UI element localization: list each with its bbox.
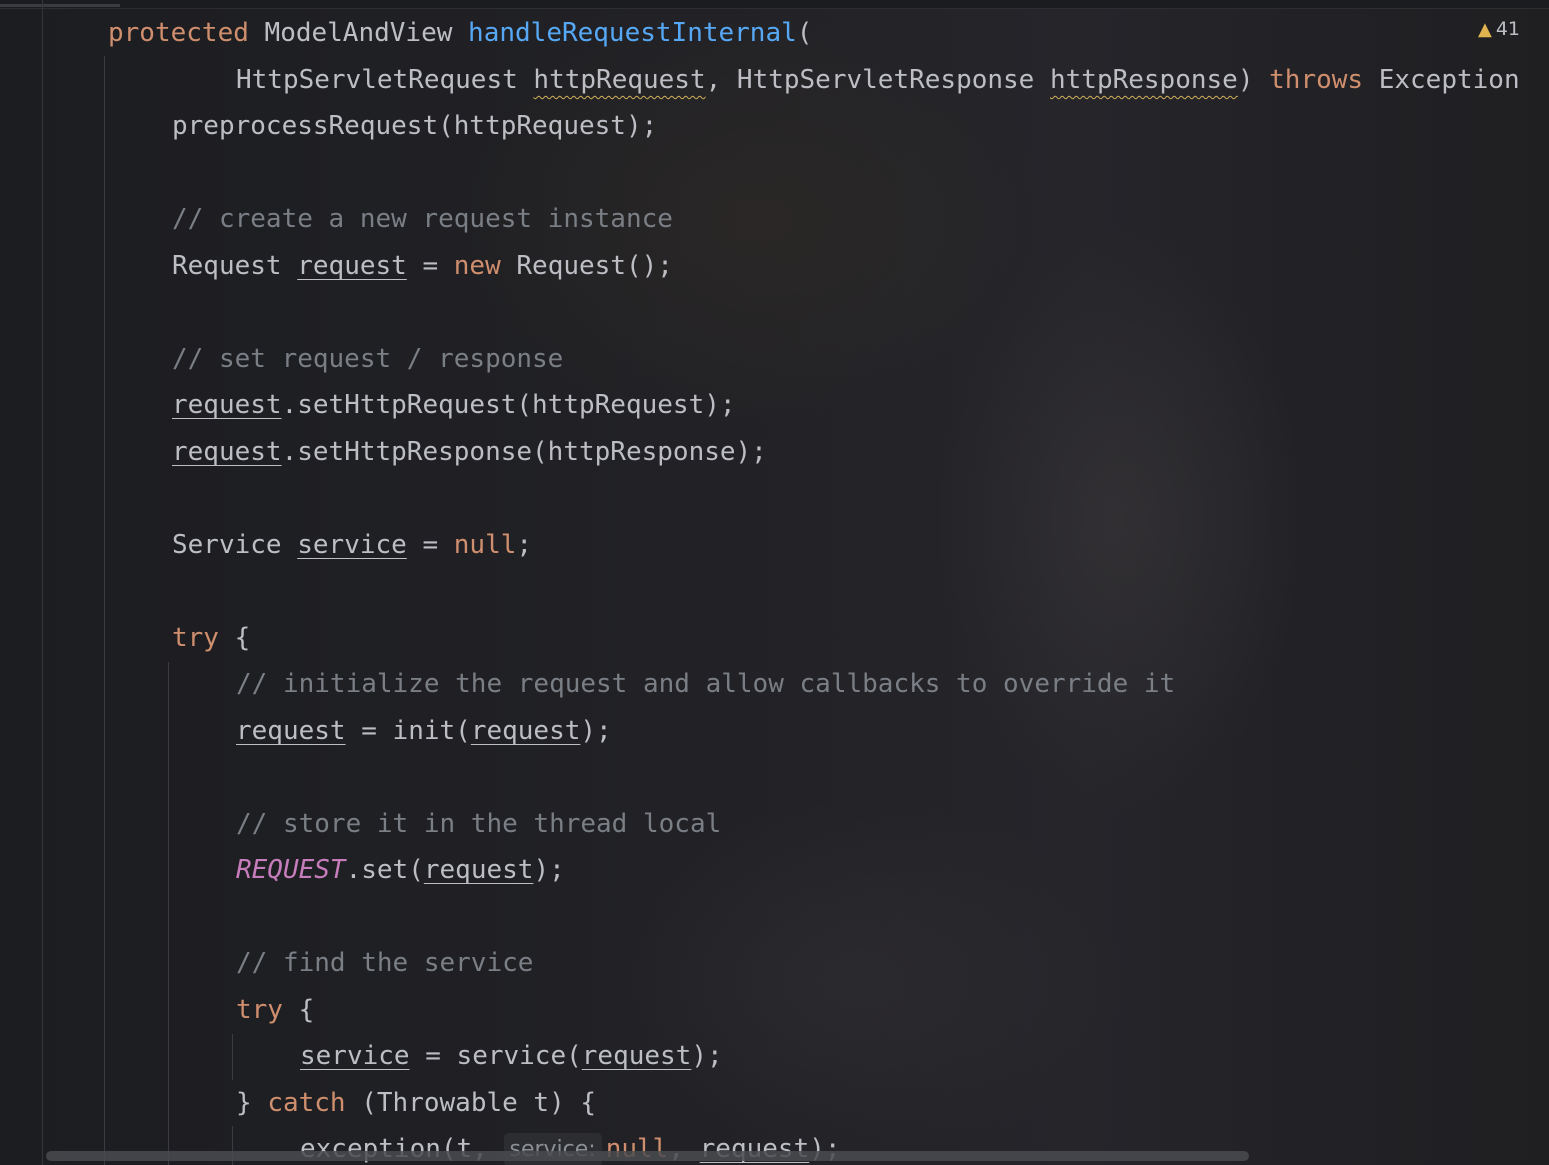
code-token: = init( (345, 716, 471, 746)
code-token: ); (533, 855, 565, 885)
code-token: Service (172, 530, 298, 560)
inspection-widget[interactable]: ▲ 41 (1478, 14, 1520, 44)
code-token: (Throwable t) { (345, 1088, 597, 1118)
code-line[interactable]: // set request / response (172, 339, 563, 379)
code-token: try (236, 995, 283, 1025)
warning-triangle-icon: ▲ (1478, 18, 1492, 40)
code-token: service (300, 1041, 410, 1071)
code-line[interactable]: protected ModelAndView handleRequestInte… (108, 13, 812, 53)
code-token: .setHttpResponse(httpResponse); (281, 437, 767, 467)
code-token: request (172, 390, 282, 420)
code-token: // store it in the thread local (236, 809, 722, 839)
code-token: Request(); (500, 251, 673, 281)
code-line[interactable]: // initialize the request and allow call… (236, 664, 1175, 704)
code-token: ); (580, 716, 612, 746)
code-token: Request (172, 251, 298, 281)
code-token: null (453, 530, 517, 560)
code-token: , HttpServletResponse (705, 65, 1050, 95)
code-token: // create a new request instance (172, 204, 673, 234)
code-line[interactable]: service = service(request); (300, 1036, 723, 1076)
horizontal-scrollbar-thumb[interactable] (46, 1151, 1249, 1161)
code-token: = (406, 530, 454, 560)
code-token: // find the service (236, 948, 534, 978)
top-scrollbar-thumb[interactable] (0, 4, 120, 7)
code-token: REQUEST (236, 855, 346, 885)
code-token: httpResponse (1049, 65, 1238, 95)
code-line[interactable]: // create a new request instance (172, 199, 673, 239)
code-token: .setHttpRequest(httpRequest); (281, 390, 736, 420)
code-line[interactable]: } catch (Throwable t) { (236, 1083, 596, 1123)
gutter-divider (42, 0, 43, 1165)
code-token: catch (267, 1088, 346, 1118)
code-line[interactable]: Request request = new Request(); (172, 246, 673, 286)
code-token: request (297, 251, 407, 281)
code-token: // set request / response (172, 344, 564, 374)
code-line[interactable]: REQUEST.set(request); (236, 850, 565, 890)
code-token: } (236, 1088, 268, 1118)
code-token: ( (796, 18, 813, 48)
code-token: request (581, 1041, 692, 1071)
code-token: throws (1269, 65, 1364, 95)
code-token: Exception (1363, 65, 1520, 95)
code-token: service (297, 530, 407, 560)
code-token: ); (691, 1041, 723, 1071)
code-editor[interactable]: ▲ 41 protected ModelAndView handleReques… (0, 0, 1549, 1165)
code-token: ) (1237, 65, 1270, 95)
code-token: protected (108, 18, 249, 48)
code-line[interactable]: request = init(request); (236, 711, 612, 751)
code-token: httpRequest (533, 65, 706, 95)
code-token: handleRequestInternal (468, 18, 797, 48)
code-line[interactable]: preprocessRequest(httpRequest); (172, 106, 657, 146)
code-token: .set( (345, 855, 424, 885)
code-token: { (218, 623, 251, 653)
indent-guide-method (104, 56, 105, 1165)
indent-guide-outer-try (168, 662, 169, 1165)
code-line[interactable]: // find the service (236, 943, 533, 983)
code-token: // initialize the request and allow call… (236, 669, 1176, 699)
code-token: new (453, 251, 501, 281)
code-token: preprocessRequest(httpRequest); (172, 111, 658, 141)
code-line[interactable]: request.setHttpResponse(httpResponse); (172, 432, 767, 472)
indent-guide-inner-try (232, 1034, 233, 1080)
code-token: request (423, 855, 534, 885)
code-token: = (406, 251, 454, 281)
top-scrollbar (0, 0, 1549, 9)
code-line[interactable]: try { (172, 618, 250, 658)
code-token: ; (516, 530, 533, 560)
code-line[interactable]: request.setHttpRequest(httpRequest); (172, 385, 736, 425)
code-token: request (172, 437, 282, 467)
code-token: = service( (409, 1041, 582, 1071)
code-token: try (172, 623, 219, 653)
code-token: { (282, 995, 315, 1025)
code-token: ModelAndView (248, 18, 469, 48)
code-line[interactable]: HttpServletRequest httpRequest, HttpServ… (236, 60, 1520, 100)
code-token: request (470, 716, 581, 746)
code-line[interactable]: // store it in the thread local (236, 804, 721, 844)
code-token: request (236, 716, 346, 746)
code-line[interactable]: Service service = null; (172, 525, 532, 565)
code-token: HttpServletRequest (236, 65, 534, 95)
code-line[interactable]: try { (236, 990, 314, 1030)
warning-count: 41 (1495, 18, 1521, 40)
